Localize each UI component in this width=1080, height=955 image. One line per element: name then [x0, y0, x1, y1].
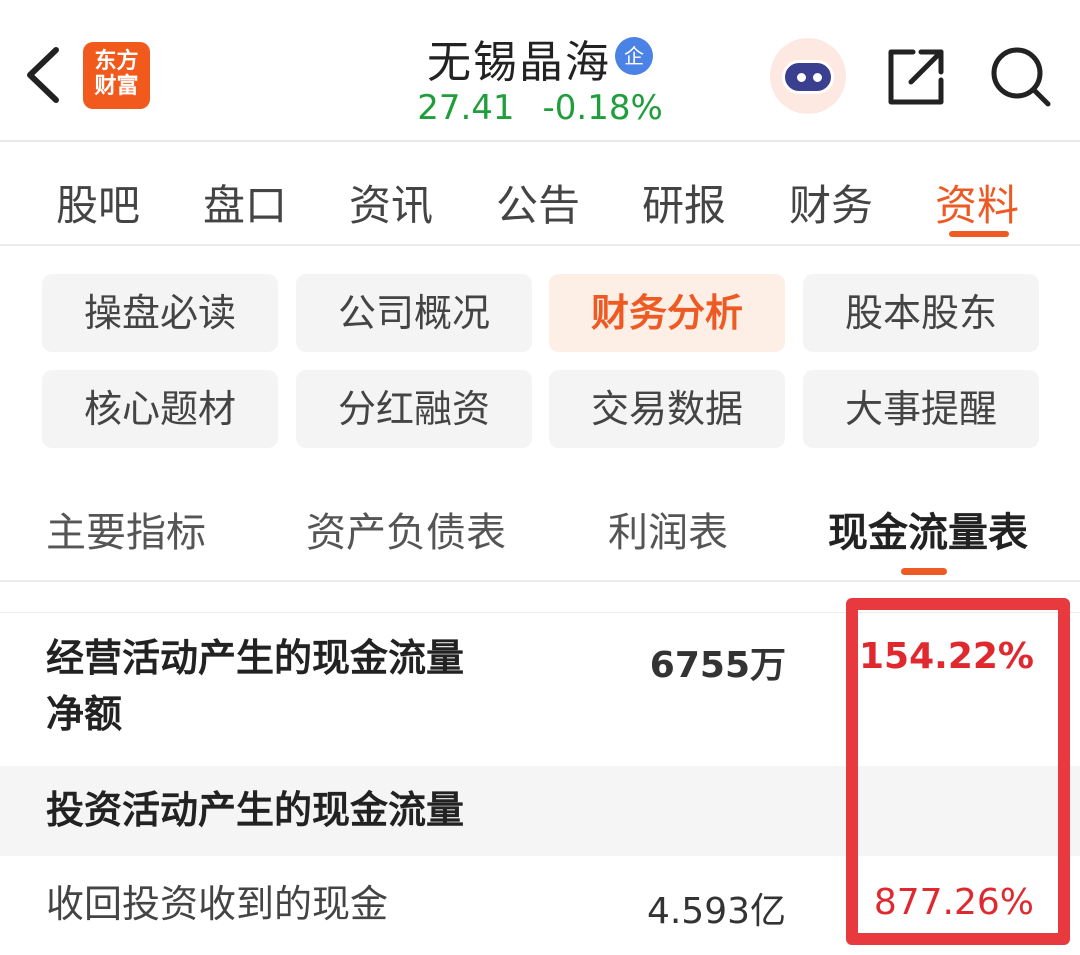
highlight-annotation-box — [846, 598, 1070, 945]
chip-company-overview[interactable]: 公司概况 — [296, 274, 532, 352]
tab-news[interactable]: 资讯 — [349, 172, 433, 233]
chip-financial-analysis[interactable]: 财务分析 — [549, 274, 785, 352]
row-label-line1: 经营活动产生的现金流量 — [46, 636, 465, 680]
ai-assistant-avatar[interactable] — [770, 38, 846, 114]
tab-finance[interactable]: 财务 — [789, 172, 873, 233]
share-icon — [888, 49, 944, 105]
search-button[interactable] — [988, 44, 1054, 110]
row-value: 6755万 — [649, 645, 786, 686]
enterprise-badge: 企 — [615, 37, 653, 75]
chip-events[interactable]: 大事提醒 — [803, 370, 1039, 448]
chip-trading-guide[interactable]: 操盘必读 — [42, 274, 278, 352]
tab-research[interactable]: 研报 — [642, 172, 726, 233]
section-label: 投资活动产生的现金流量 — [46, 788, 465, 832]
statement-tabs: 主要指标 资产负债表 利润表 现金流量表 — [0, 470, 1080, 582]
tab-balance-sheet[interactable]: 资产负债表 — [306, 500, 506, 558]
stock-change: -0.18% — [542, 88, 663, 128]
search-icon — [991, 47, 1051, 107]
main-tabs: 股吧 盘口 资讯 公告 研报 财务 资料 — [0, 144, 1080, 246]
chip-shareholders[interactable]: 股本股东 — [803, 274, 1039, 352]
share-button[interactable] — [885, 46, 947, 108]
active-tab-indicator — [949, 231, 1009, 237]
chip-dividends-financing[interactable]: 分红融资 — [296, 370, 532, 448]
row-label-line2: 净额 — [46, 692, 123, 736]
top-bar: 东方 财富 无锡晶海企 27.41 -0.18% — [0, 0, 1080, 142]
chip-trading-data[interactable]: 交易数据 — [549, 370, 785, 448]
tab-guba[interactable]: 股吧 — [56, 172, 140, 233]
tab-announcements[interactable]: 公告 — [496, 172, 580, 233]
stock-name: 无锡晶海 — [427, 37, 611, 88]
tab-cash-flow[interactable]: 现金流量表 — [828, 500, 1028, 558]
tab-income-statement[interactable]: 利润表 — [608, 500, 728, 558]
chip-core-themes[interactable]: 核心题材 — [42, 370, 278, 448]
row-value: 4.593亿 — [646, 891, 786, 932]
row-label: 收回投资收到的现金 — [46, 882, 389, 926]
tab-profile[interactable]: 资料 — [935, 172, 1019, 233]
tab-pankou[interactable]: 盘口 — [203, 172, 287, 233]
robot-icon — [782, 60, 834, 94]
stock-price: 27.41 — [417, 88, 515, 128]
tab-key-indicators[interactable]: 主要指标 — [46, 500, 206, 558]
row-label: 经营活动产生的现金流量 净额 — [46, 630, 464, 742]
active-statement-indicator — [901, 568, 947, 575]
